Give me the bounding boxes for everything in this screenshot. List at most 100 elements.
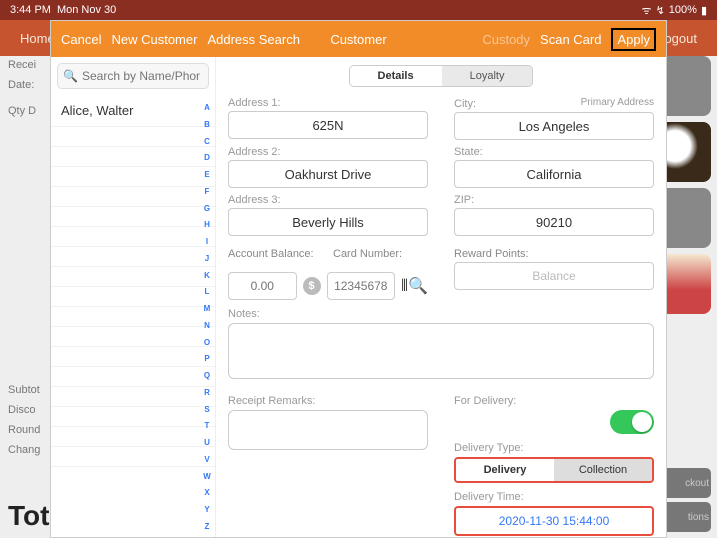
search-icon: 🔍 [63,69,78,83]
total-label: Tot [8,500,49,532]
alpha-letter[interactable]: A [201,103,213,112]
apply-button[interactable]: Apply [611,28,656,51]
list-item [51,427,215,447]
new-customer-button[interactable]: New Customer [111,32,197,47]
date-label: Date: [8,76,50,96]
alpha-letter[interactable]: N [201,321,213,330]
notes-input[interactable] [228,323,654,379]
alpha-letter[interactable]: L [201,287,213,296]
list-item [51,407,215,427]
addr1-input[interactable]: 625N [228,111,428,139]
city-input[interactable]: Los Angeles [454,112,654,140]
card-label: Card Number: [333,248,428,260]
zip-input[interactable]: 90210 [454,208,654,236]
alpha-letter[interactable]: R [201,388,213,397]
alpha-letter[interactable]: M [201,304,213,313]
wifi-icon: ᯤ [642,3,652,18]
addr3-input[interactable]: Beverly Hills [228,208,428,236]
balance-input[interactable] [228,272,297,300]
list-item [51,127,215,147]
change-label: Chang [8,441,50,461]
alpha-letter[interactable]: Z [201,522,213,531]
addr2-input[interactable]: Oakhurst Drive [228,160,428,188]
delivery-type-label: Delivery Type: [454,442,654,454]
nav-logout[interactable]: ogout [664,31,697,46]
alpha-letter[interactable]: P [201,354,213,363]
alpha-index[interactable]: ABCDEFGHIJKLMNOPQRSTUVWXYZ [201,103,213,531]
cancel-button[interactable]: Cancel [61,32,101,47]
state-label: State: [454,146,654,158]
tab-loyalty[interactable]: Loyalty [442,66,533,86]
delivery-option[interactable]: Delivery [456,459,554,481]
list-item [51,187,215,207]
alpha-letter[interactable]: C [201,137,213,146]
list-item [51,267,215,287]
custody-button[interactable]: Custody [482,32,530,47]
remarks-input[interactable] [228,410,428,450]
reward-label: Reward Points: [454,248,654,260]
notes-label: Notes: [228,308,654,320]
alpha-letter[interactable]: O [201,338,213,347]
delivery-time-field[interactable]: 2020-11-30 15:44:00 [454,506,654,536]
status-time: 3:44 PM [10,4,51,16]
contact-list[interactable]: Alice, Walter [51,95,215,537]
list-item [51,367,215,387]
alpha-letter[interactable]: V [201,455,213,464]
card-input[interactable] [327,272,396,300]
balance-label: Account Balance: [228,248,323,260]
alpha-letter[interactable]: Q [201,371,213,380]
alpha-letter[interactable]: S [201,405,213,414]
alpha-letter[interactable]: Y [201,505,213,514]
customer-modal: Cancel New Customer Address Search Custo… [50,20,667,538]
alpha-letter[interactable]: T [201,421,213,430]
alpha-letter[interactable]: K [201,271,213,280]
reward-balance-button[interactable]: Balance [454,262,654,290]
list-item [51,447,215,467]
qty-label: Qty D [8,102,50,122]
collection-option[interactable]: Collection [554,459,652,481]
charging-icon: ↯ [656,4,665,17]
tab-details[interactable]: Details [350,66,442,86]
alpha-letter[interactable]: B [201,120,213,129]
remarks-label: Receipt Remarks: [228,395,428,407]
addr2-label: Address 2: [228,146,428,158]
list-item [51,287,215,307]
rounding-label: Round [8,421,50,441]
list-item [51,207,215,227]
addr1-label: Address 1: [228,97,428,109]
alpha-letter[interactable]: H [201,220,213,229]
subtotal-label: Subtot [8,381,50,401]
list-item [51,347,215,367]
alpha-letter[interactable]: F [201,187,213,196]
battery-icon: ▮ [701,4,707,17]
list-item [51,147,215,167]
status-date: Mon Nov 30 [57,4,116,16]
list-item [51,387,215,407]
search-input[interactable] [57,63,209,89]
delivery-toggle[interactable] [610,410,654,434]
alpha-letter[interactable]: U [201,438,213,447]
receipt-label: Recei [8,56,50,76]
alpha-letter[interactable]: G [201,204,213,213]
addr3-label: Address 3: [228,194,428,206]
scan-card-button[interactable]: Scan Card [540,32,601,47]
alpha-letter[interactable]: W [201,472,213,481]
delivery-type-segment[interactable]: Delivery Collection [454,457,654,483]
contact-item[interactable]: Alice, Walter [51,95,215,127]
status-bar: 3:44 PM Mon Nov 30 ᯤ ↯ 100% ▮ [0,0,717,20]
alpha-letter[interactable]: J [201,254,213,263]
address-search-button[interactable]: Address Search [207,32,300,47]
delivery-time-label: Delivery Time: [454,491,654,503]
detail-tabs[interactable]: Details Loyalty [349,65,534,87]
list-item [51,227,215,247]
battery-percent: 100% [669,4,697,16]
dollar-icon: $ [303,277,321,295]
alpha-letter[interactable]: D [201,153,213,162]
barcode-icon[interactable]: ⦀🔍 [401,276,428,296]
state-input[interactable]: California [454,160,654,188]
list-item [51,247,215,267]
list-item [51,327,215,347]
alpha-letter[interactable]: I [201,237,213,246]
alpha-letter[interactable]: X [201,488,213,497]
alpha-letter[interactable]: E [201,170,213,179]
